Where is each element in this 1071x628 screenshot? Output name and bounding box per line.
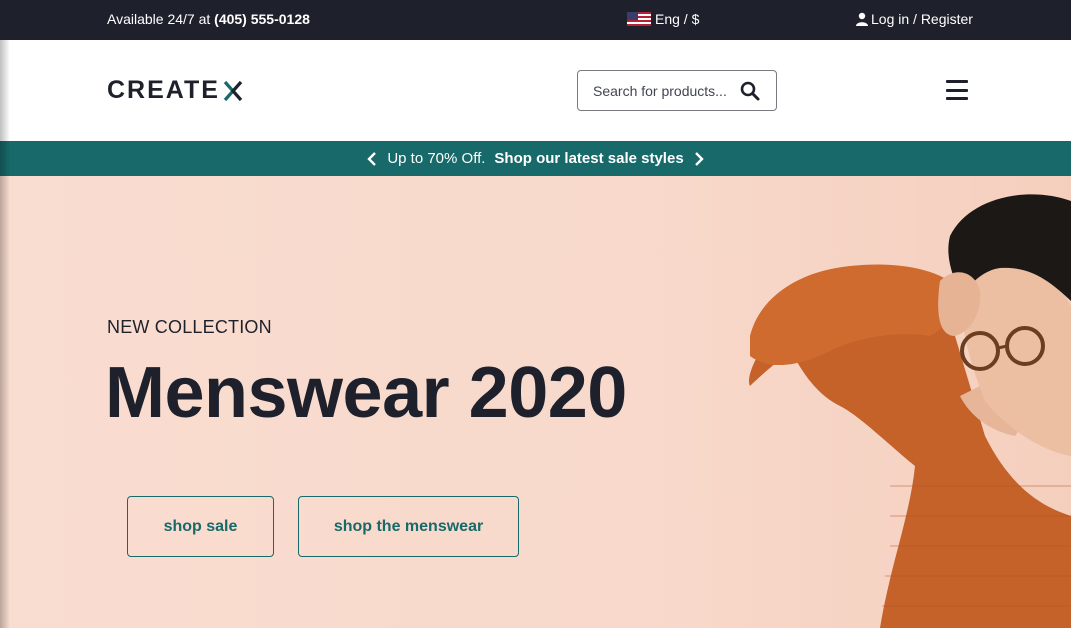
chevron-right-icon[interactable]	[694, 151, 704, 166]
main-header: CREATE	[0, 40, 1071, 141]
language-currency-label: Eng / $	[655, 11, 700, 27]
phone-number[interactable]: (405) 555-0128	[214, 11, 310, 27]
search-icon[interactable]	[740, 81, 760, 101]
user-icon	[856, 12, 868, 26]
hamburger-line	[946, 88, 968, 92]
chevron-left-icon[interactable]	[367, 151, 377, 166]
hamburger-line	[946, 80, 968, 83]
logo-text: CREATE	[107, 76, 220, 104]
hero-section: NEW COLLECTION Menswear 2020 shop sale s…	[0, 176, 1071, 628]
login-register-label: Log in / Register	[871, 11, 973, 27]
promo-offer-text: Up to 70% Off.	[387, 150, 486, 167]
hero-eyebrow: NEW COLLECTION	[107, 317, 272, 337]
top-bar: Available 24/7 at (405) 555-0128 Eng / $…	[0, 0, 1071, 40]
search-input[interactable]	[593, 82, 743, 99]
shop-menswear-button[interactable]: shop the menswear	[298, 496, 519, 557]
language-currency-selector[interactable]: Eng / $	[627, 11, 699, 27]
hamburger-line	[946, 97, 968, 100]
login-register-link[interactable]: Log in / Register	[855, 11, 973, 27]
page-edge-shadow	[0, 40, 10, 628]
hamburger-menu-icon[interactable]	[946, 80, 968, 100]
availability-text: Available 24/7 at	[107, 11, 215, 27]
hero-title: Menswear 2020	[105, 353, 627, 433]
search-box	[577, 70, 777, 111]
promo-banner: Up to 70% Off. Shop our latest sale styl…	[0, 141, 1071, 176]
logo-x-mark-icon	[223, 80, 243, 101]
hero-model-image	[749, 194, 1071, 628]
us-flag-icon	[627, 12, 651, 26]
createx-logo[interactable]: CREATE	[107, 76, 244, 105]
shop-sale-button[interactable]: shop sale	[127, 496, 274, 557]
availability-info: Available 24/7 at (405) 555-0128	[107, 11, 310, 27]
promo-sale-link[interactable]: Shop our latest sale styles	[494, 150, 683, 167]
